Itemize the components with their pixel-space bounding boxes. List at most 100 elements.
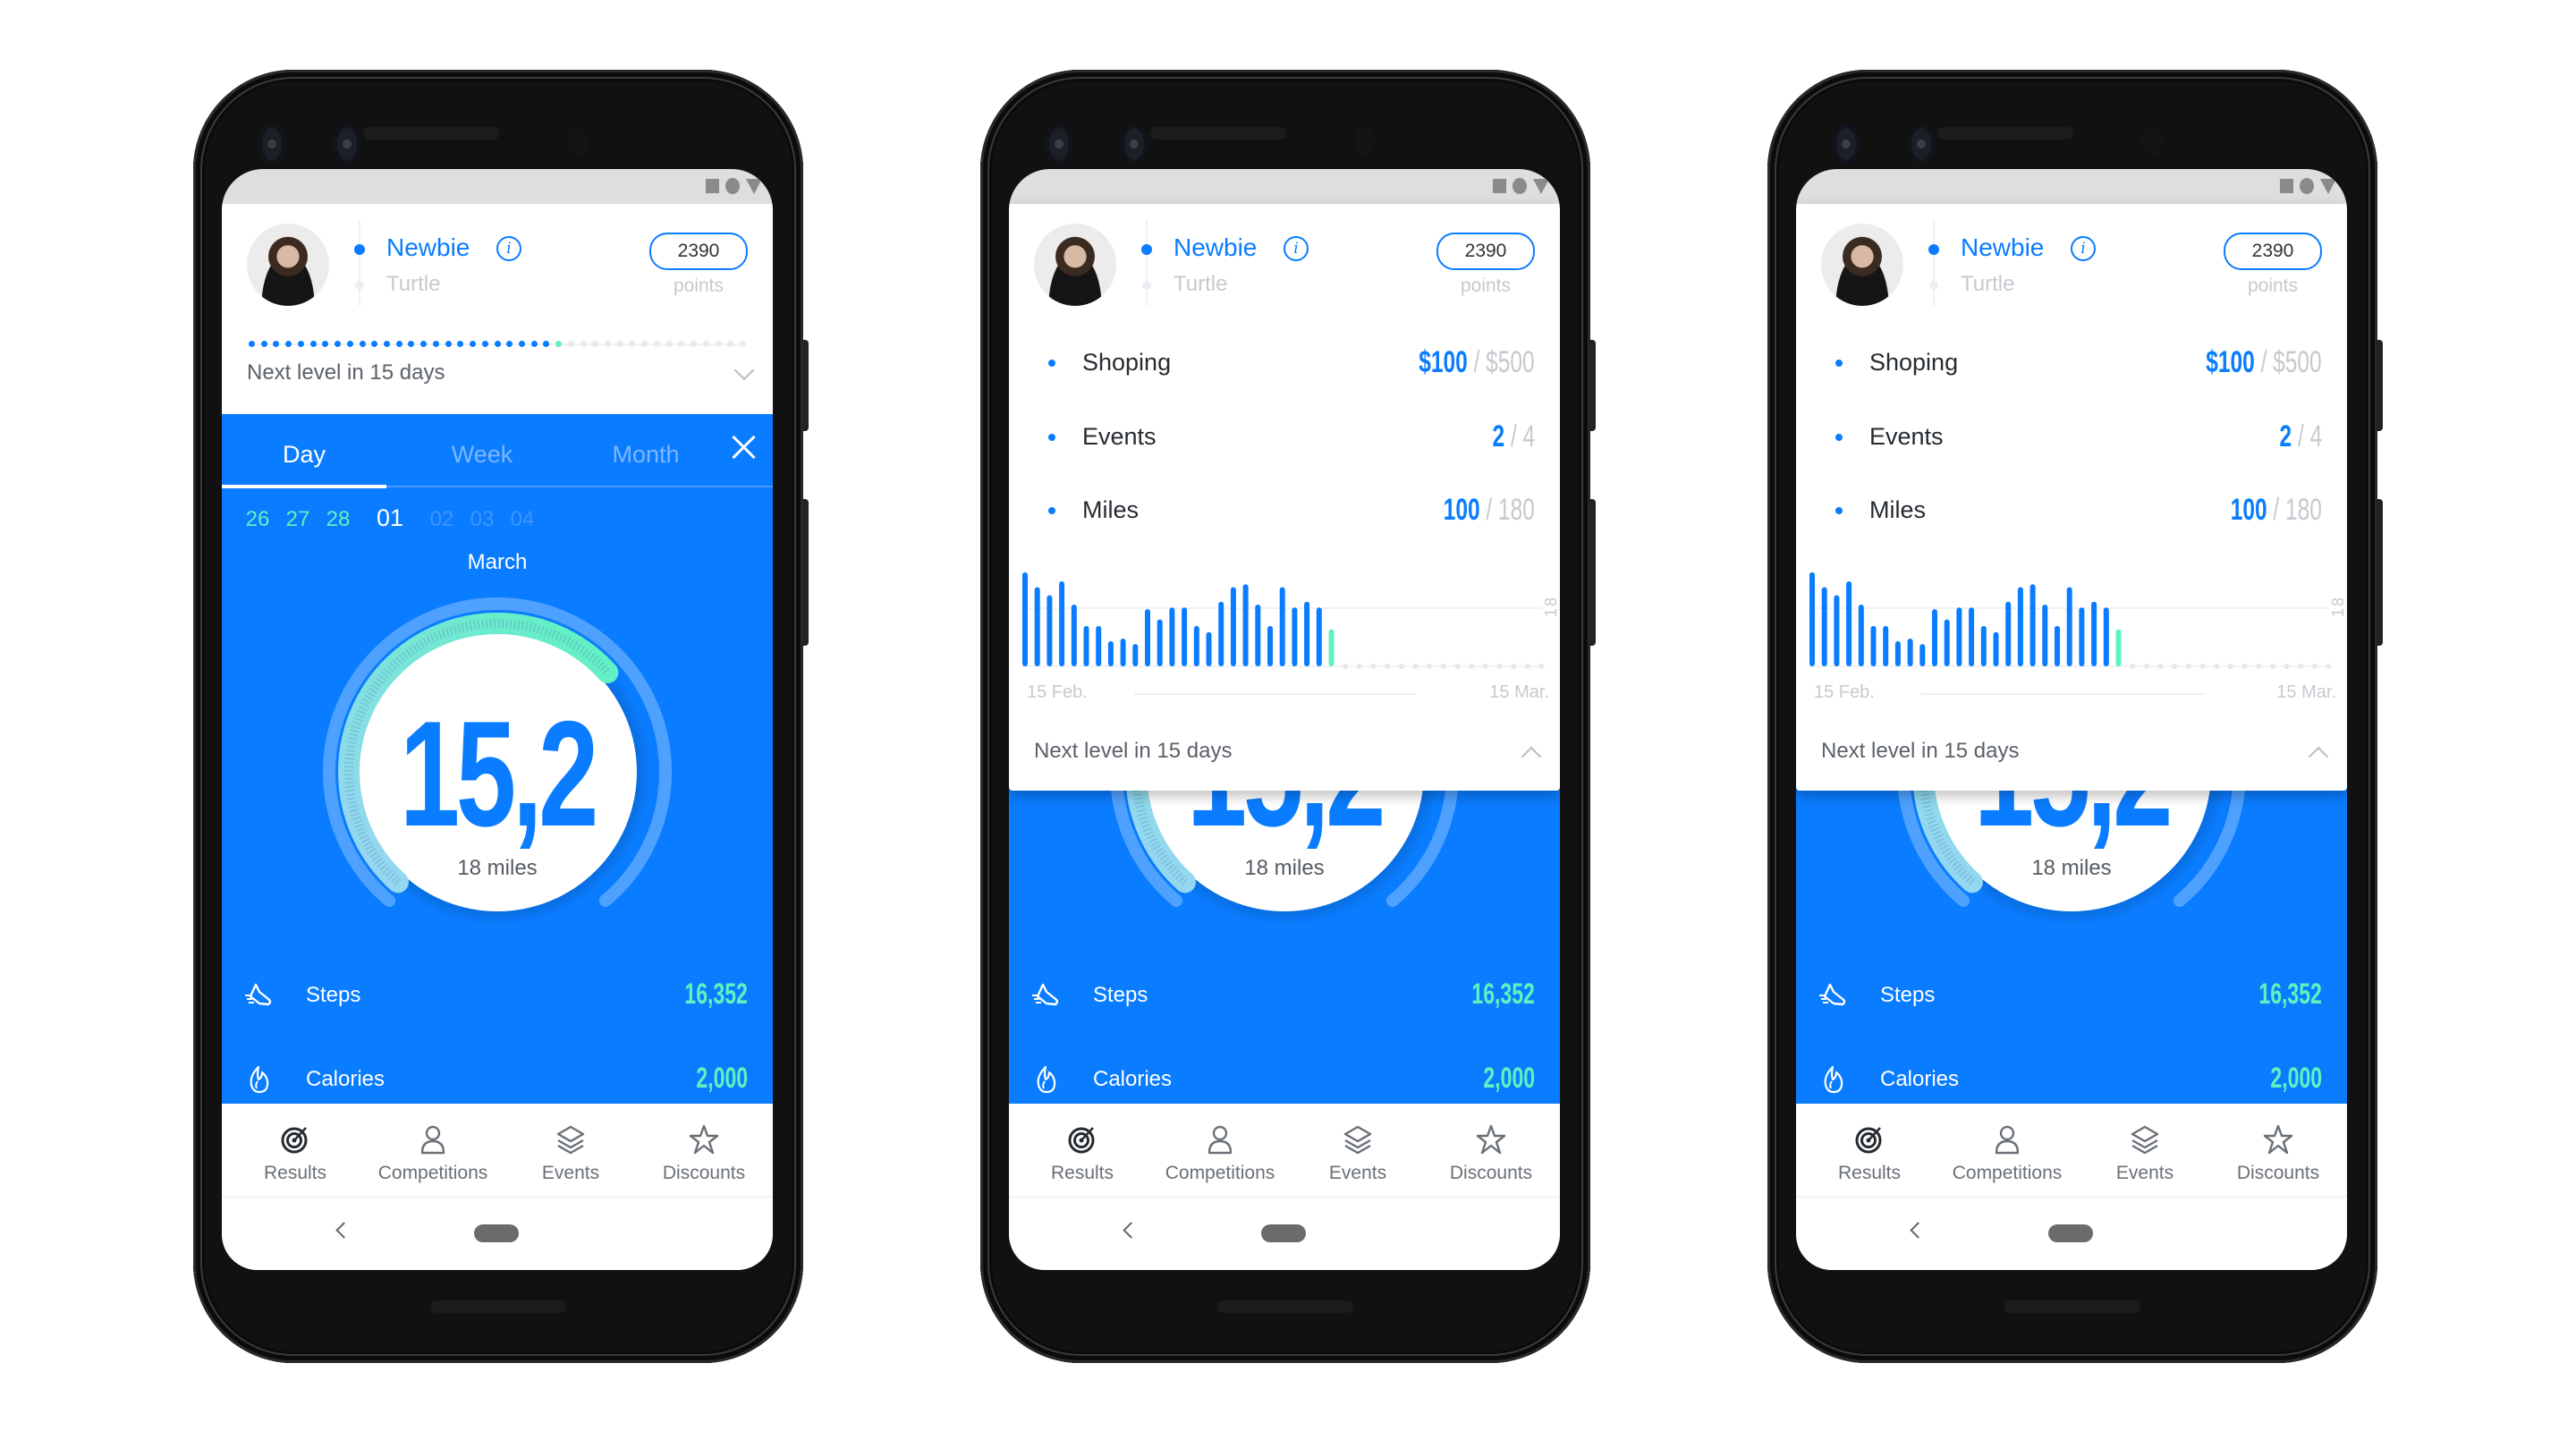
- nav-results[interactable]: Results: [226, 1104, 364, 1196]
- goal-current: $100: [2206, 345, 2256, 379]
- future-day-dot: [2143, 664, 2149, 669]
- bar: [1956, 607, 1962, 666]
- bar: [1059, 581, 1065, 666]
- date-01[interactable]: 01: [363, 504, 417, 532]
- info-icon[interactable]: i: [496, 236, 521, 261]
- bar: [1809, 572, 1815, 666]
- bar: [1944, 619, 1950, 666]
- back-icon[interactable]: [335, 1222, 352, 1239]
- tab-month[interactable]: Month: [565, 441, 726, 469]
- nav-events[interactable]: Events: [1289, 1104, 1427, 1196]
- back-icon[interactable]: [1910, 1222, 1927, 1239]
- goal-value: $100 / $500: [2207, 345, 2322, 380]
- bar: [1120, 638, 1126, 666]
- progress-dot: [359, 341, 366, 347]
- system-navigation-bar: [1009, 1196, 1560, 1270]
- tab-week[interactable]: Week: [402, 441, 563, 469]
- nav-competitions[interactable]: Competitions: [364, 1104, 502, 1196]
- points-label: points: [673, 275, 724, 296]
- info-icon[interactable]: i: [2071, 236, 2096, 261]
- person-icon: [420, 1125, 445, 1155]
- avatar[interactable]: [247, 224, 329, 306]
- progress-dot: [445, 341, 452, 347]
- progress-dot: [555, 341, 563, 347]
- nav-competitions[interactable]: Competitions: [1151, 1104, 1289, 1196]
- metric-label: Calories: [1093, 1067, 1173, 1091]
- future-day-dot: [2172, 664, 2178, 669]
- future-day-dot: [2298, 664, 2304, 669]
- info-icon[interactable]: i: [1284, 236, 1309, 261]
- target-icon: [1068, 1127, 1095, 1154]
- future-day-dot: [2185, 664, 2191, 669]
- bottom-speaker: [430, 1300, 566, 1313]
- chevron-up-icon[interactable]: [2308, 746, 2329, 767]
- power-button: [802, 340, 809, 431]
- nav-competitions[interactable]: Competitions: [1938, 1104, 2076, 1196]
- nav-events[interactable]: Events: [2076, 1104, 2214, 1196]
- camera-icon: [333, 123, 361, 165]
- next-level-text[interactable]: Next level in 15 days: [247, 360, 445, 385]
- metric-steps: Steps 16,352: [1796, 978, 2347, 1013]
- nav-label: Events: [1328, 1163, 1387, 1183]
- points-badge[interactable]: 2390: [2224, 233, 2322, 270]
- progress-dot: [470, 341, 477, 347]
- next-level-text[interactable]: Next level in 15 days: [1034, 739, 1232, 764]
- bar: [1821, 587, 1827, 666]
- future-day-dot: [1496, 664, 1503, 669]
- nav-events[interactable]: Events: [502, 1104, 640, 1196]
- next-level-dot: [355, 281, 364, 290]
- goal-row-miles: Miles 100 / 180: [1796, 493, 2347, 529]
- x-end-label: 15 Mar.: [2276, 682, 2336, 702]
- goal-max: $500: [1486, 345, 1535, 379]
- bottom-navigation: Results Competitions Events Discounts: [1009, 1104, 1560, 1196]
- future-day-dot: [1440, 664, 1446, 669]
- avatar[interactable]: [1821, 224, 1903, 306]
- tab-day[interactable]: Day: [224, 441, 385, 469]
- nav-results[interactable]: Results: [1801, 1104, 1938, 1196]
- nav-discounts[interactable]: Discounts: [1422, 1104, 1560, 1196]
- bar: [1980, 625, 1987, 666]
- future-day-dot: [1343, 664, 1349, 669]
- home-button[interactable]: [2048, 1224, 2093, 1242]
- home-button[interactable]: [1261, 1224, 1306, 1242]
- close-icon[interactable]: [730, 434, 757, 461]
- layers-icon: [556, 1125, 585, 1155]
- target-icon: [1855, 1127, 1882, 1154]
- nav-discounts[interactable]: Discounts: [2209, 1104, 2347, 1196]
- future-day-dot: [2284, 664, 2290, 669]
- separator-text: /: [1473, 345, 1480, 379]
- app-screen: Day Week Month 26272801020304 March: [222, 169, 773, 1270]
- nav-label: Competitions: [1952, 1163, 2063, 1183]
- bar: [1206, 631, 1212, 666]
- date-04[interactable]: 04: [496, 507, 549, 532]
- nav-discounts[interactable]: Discounts: [635, 1104, 773, 1196]
- next-rank-name: Turtle: [1174, 272, 1228, 296]
- current-level-dot: [1141, 244, 1152, 255]
- metric-steps: Steps 16,352: [222, 978, 773, 1013]
- status-bar: [1796, 169, 2347, 204]
- home-button[interactable]: [474, 1224, 519, 1242]
- points-badge[interactable]: 2390: [1436, 233, 1535, 270]
- goal-current: 2: [2279, 419, 2292, 453]
- nav-label: Competitions: [377, 1163, 488, 1183]
- nav-results[interactable]: Results: [1013, 1104, 1151, 1196]
- progress-dot: [702, 341, 709, 347]
- camera-icon: [258, 123, 286, 165]
- points-badge[interactable]: 2390: [649, 233, 748, 270]
- avatar[interactable]: [1034, 224, 1116, 306]
- app-screen: Day Week Month 26272801020304 March: [1796, 169, 2347, 1270]
- earpiece-speaker: [1150, 127, 1286, 140]
- bar: [1279, 587, 1285, 666]
- chevron-down-icon[interactable]: [733, 360, 755, 381]
- goal-row-events: Events 2 / 4: [1796, 419, 2347, 455]
- bar: [1883, 625, 1889, 666]
- bar: [1858, 605, 1864, 666]
- progress-dot: [629, 341, 636, 347]
- goal-separator: /: [2292, 419, 2309, 453]
- next-level-text[interactable]: Next level in 15 days: [1821, 739, 2019, 764]
- metric-value: 16,352: [2258, 978, 2322, 1010]
- date-28[interactable]: 28: [311, 507, 365, 532]
- chevron-up-icon[interactable]: [1521, 746, 1542, 767]
- future-day-dot: [1482, 664, 1488, 669]
- back-icon[interactable]: [1123, 1222, 1140, 1239]
